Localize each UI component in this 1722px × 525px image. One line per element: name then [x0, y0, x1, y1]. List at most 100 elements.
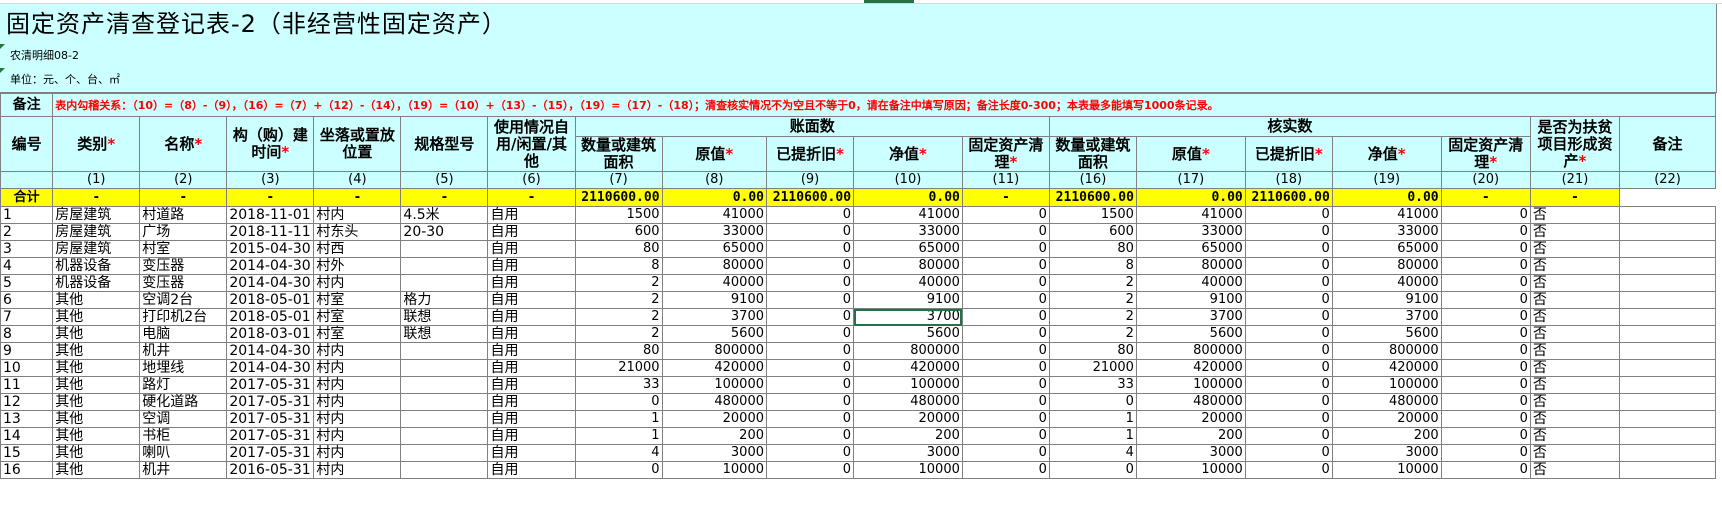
- table-cell[interactable]: 0: [765, 240, 855, 258]
- total-cell[interactable]: -: [961, 188, 1050, 207]
- table-cell[interactable]: 20000: [661, 410, 768, 428]
- table-cell[interactable]: 33: [1048, 376, 1137, 394]
- remark-cell[interactable]: [1619, 291, 1716, 309]
- table-cell[interactable]: 0: [1440, 444, 1531, 462]
- column-number-cell[interactable]: (9): [765, 171, 855, 189]
- table-cell[interactable]: 0: [961, 206, 1050, 224]
- table-cell[interactable]: 其他: [52, 410, 141, 428]
- table-cell[interactable]: 600: [574, 223, 663, 241]
- table-cell[interactable]: 9100: [661, 291, 768, 309]
- table-cell[interactable]: 200: [853, 427, 963, 445]
- table-cell[interactable]: 村西: [313, 240, 402, 258]
- table-cell[interactable]: 33000: [1331, 223, 1442, 241]
- table-cell[interactable]: 0: [961, 444, 1050, 462]
- table-cell[interactable]: 否: [1529, 393, 1621, 411]
- table-cell[interactable]: 3000: [661, 444, 768, 462]
- form-code-cell[interactable]: 农清明细08-2: [0, 44, 1716, 68]
- table-cell[interactable]: 480000: [853, 393, 963, 411]
- table-cell[interactable]: 80000: [1331, 257, 1442, 275]
- table-cell[interactable]: 喇叭: [139, 444, 228, 462]
- table-cell[interactable]: 联想: [400, 325, 489, 343]
- table-cell[interactable]: 0: [765, 461, 855, 479]
- table-cell[interactable]: 1500: [574, 206, 663, 224]
- table-cell[interactable]: 2014-04-30: [226, 274, 315, 292]
- table-cell[interactable]: 100000: [853, 376, 963, 394]
- table-cell[interactable]: 3700: [1135, 308, 1246, 326]
- table-cell[interactable]: 65000: [661, 240, 768, 258]
- table-cell[interactable]: 0: [1244, 325, 1333, 343]
- table-cell[interactable]: 33000: [1135, 223, 1246, 241]
- total-cell[interactable]: -: [139, 188, 228, 207]
- table-cell[interactable]: 0: [961, 359, 1050, 377]
- table-cell[interactable]: [400, 359, 489, 377]
- table-cell[interactable]: 2018-03-01: [226, 325, 315, 343]
- table-cell[interactable]: 村室: [313, 308, 402, 326]
- table-cell[interactable]: 10000: [1135, 461, 1246, 479]
- table-cell[interactable]: 村内: [313, 461, 402, 479]
- table-cell[interactable]: 33000: [661, 223, 768, 241]
- total-cell[interactable]: 0.00: [661, 188, 768, 207]
- table-cell[interactable]: 10000: [1331, 461, 1442, 479]
- table-cell[interactable]: 0: [961, 223, 1050, 241]
- table-cell[interactable]: 其他: [52, 308, 141, 326]
- table-cell[interactable]: 房屋建筑: [52, 223, 141, 241]
- table-cell[interactable]: 2: [574, 291, 663, 309]
- table-cell[interactable]: 3: [0, 240, 54, 258]
- table-cell[interactable]: 广场: [139, 223, 228, 241]
- table-cell[interactable]: 20000: [1135, 410, 1246, 428]
- table-cell[interactable]: [400, 427, 489, 445]
- table-cell[interactable]: 机井: [139, 342, 228, 360]
- column-number-cell[interactable]: (10): [853, 171, 963, 189]
- table-cell[interactable]: 480000: [661, 393, 768, 411]
- table-cell[interactable]: 否: [1529, 257, 1621, 275]
- table-cell[interactable]: 村内: [313, 342, 402, 360]
- table-cell[interactable]: 0: [765, 410, 855, 428]
- table-cell[interactable]: 0: [1440, 461, 1531, 479]
- remark-cell[interactable]: [1619, 410, 1716, 428]
- table-cell[interactable]: 200: [661, 427, 768, 445]
- table-cell[interactable]: 0: [765, 359, 855, 377]
- table-cell[interactable]: 村内: [313, 393, 402, 411]
- unit-cell[interactable]: 单位：元、个、台、㎡: [0, 68, 1716, 92]
- table-cell[interactable]: 5600: [1135, 325, 1246, 343]
- remark-cell[interactable]: [1619, 376, 1716, 394]
- header-orig-ver[interactable]: 原值*: [1135, 136, 1246, 172]
- table-cell[interactable]: 0: [1244, 427, 1333, 445]
- column-number-cell[interactable]: (11): [961, 171, 1050, 189]
- table-cell[interactable]: 0: [1440, 393, 1531, 411]
- table-cell[interactable]: 200: [1331, 427, 1442, 445]
- table-cell[interactable]: 8: [1048, 257, 1137, 275]
- table-cell[interactable]: 5600: [661, 325, 768, 343]
- table-cell[interactable]: 否: [1529, 291, 1621, 309]
- total-cell[interactable]: 0.00: [853, 188, 963, 207]
- table-cell[interactable]: 1: [1048, 410, 1137, 428]
- table-cell[interactable]: 其他: [52, 444, 141, 462]
- table-cell[interactable]: 41000: [661, 206, 768, 224]
- table-cell[interactable]: 自用: [487, 257, 576, 275]
- table-cell[interactable]: 变压器: [139, 257, 228, 275]
- table-cell[interactable]: 0: [1244, 461, 1333, 479]
- table-cell[interactable]: [400, 376, 489, 394]
- header-name[interactable]: 名称*: [139, 116, 228, 172]
- table-cell[interactable]: 10000: [853, 461, 963, 479]
- table-cell[interactable]: 8: [0, 325, 54, 343]
- remark-cell[interactable]: [1619, 359, 1716, 377]
- table-cell[interactable]: 0: [1440, 274, 1531, 292]
- table-cell[interactable]: 自用: [487, 240, 576, 258]
- table-cell[interactable]: 0: [1244, 274, 1333, 292]
- table-cell[interactable]: 自用: [487, 274, 576, 292]
- table-cell[interactable]: [400, 410, 489, 428]
- table-cell[interactable]: 80: [1048, 342, 1137, 360]
- table-cell[interactable]: 0: [574, 461, 663, 479]
- table-cell[interactable]: 格力: [400, 291, 489, 309]
- table-cell[interactable]: 420000: [853, 359, 963, 377]
- table-cell[interactable]: 1: [0, 206, 54, 224]
- table-cell[interactable]: 自用: [487, 427, 576, 445]
- table-cell[interactable]: 2015-04-30: [226, 240, 315, 258]
- table-cell[interactable]: 村室: [313, 325, 402, 343]
- header-category[interactable]: 类别*: [52, 116, 141, 172]
- table-cell[interactable]: 2014-04-30: [226, 342, 315, 360]
- table-cell[interactable]: 3700: [853, 308, 963, 326]
- table-cell[interactable]: 2017-05-31: [226, 410, 315, 428]
- column-number-cell[interactable]: (3): [226, 171, 315, 189]
